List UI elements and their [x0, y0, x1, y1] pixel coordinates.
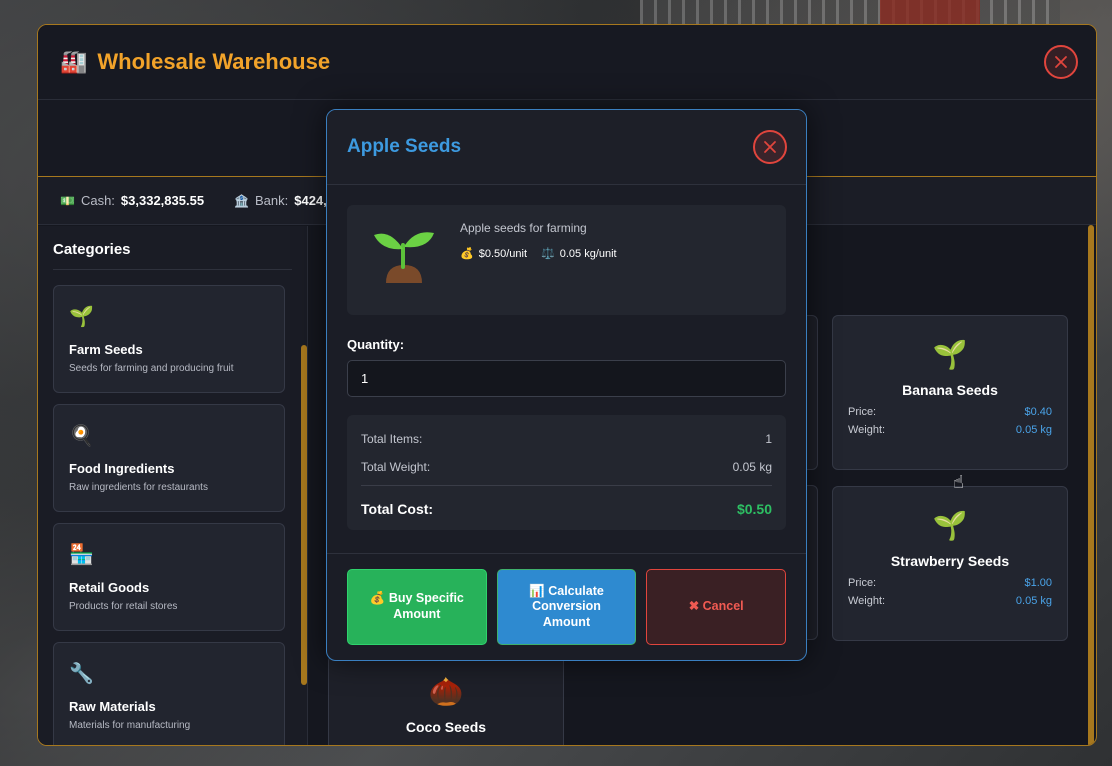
total-weight-label: Total Weight: — [361, 460, 431, 474]
modal-close-button[interactable] — [753, 130, 787, 164]
cash-value: $3,332,835.55 — [120, 193, 205, 208]
scale-icon: ⚖️ — [541, 248, 555, 260]
category-retail-goods[interactable]: 🏪 Retail Goods Products for retail store… — [53, 523, 285, 631]
product-price-row: Price: $1.00 — [833, 577, 1067, 589]
sidebar-title: Categories — [53, 241, 292, 270]
seedling-icon: 🌱 — [932, 339, 968, 370]
weight-label: Weight: — [848, 424, 886, 436]
factory-icon: 🏭 — [60, 49, 88, 74]
calc-button-text: 📊 Calculate Conversion Amount — [508, 584, 626, 631]
category-name: Farm Seeds — [69, 342, 143, 357]
calculate-conversion-button[interactable]: 📊 Calculate Conversion Amount — [496, 569, 637, 645]
wrench-icon: 🔧 — [69, 663, 94, 685]
price-value: $0.40 — [1024, 406, 1052, 418]
category-desc: Materials for manufacturing — [69, 720, 191, 731]
product-card-strawberry[interactable]: 🌱 Strawberry Seeds Price: $1.00 Weight: … — [832, 486, 1068, 641]
quantity-label: Quantity: — [347, 337, 405, 352]
modal-footer: 💰 Buy Specific Amount 📊 Calculate Conver… — [327, 553, 806, 660]
item-info-box: Apple seeds for farming 💰 $0.50/unit ⚖️ … — [347, 205, 786, 315]
close-icon — [764, 141, 776, 153]
purchase-modal: Apple Seeds Apple seeds for farming 💰 $0… — [326, 109, 807, 661]
item-price-value: $0.50/unit — [478, 247, 528, 260]
bank-label: Bank: — [255, 193, 289, 208]
coco-card-content: 🌰 Coco Seeds — [328, 675, 564, 735]
order-summary: Total Items: 1 Total Weight: 0.05 kg Tot… — [347, 415, 786, 530]
bank-balance: 🏦 Bank: $424,4 — [234, 193, 334, 208]
modal-title: Apple Seeds — [347, 136, 462, 157]
quantity-input[interactable] — [347, 360, 786, 397]
window-header: 🏭 Wholesale Warehouse — [38, 25, 1096, 100]
total-cost-label: Total Cost: — [361, 500, 434, 517]
category-food-ingredients[interactable]: 🍳 Food Ingredients Raw ingredients for r… — [53, 404, 285, 512]
buy-button-label: Buy Specific Amount — [388, 591, 464, 621]
product-name: Strawberry Seeds — [890, 553, 1010, 569]
product-name: Banana Seeds — [902, 382, 998, 398]
seedling-icon: 🌱 — [932, 510, 968, 541]
total-weight-value: 0.05 kg — [732, 460, 772, 474]
product-name: Coco Seeds — [405, 719, 487, 735]
weight-label: Weight: — [848, 595, 886, 607]
cancel-button[interactable]: ✖ Cancel — [646, 569, 787, 645]
total-items-value: 1 — [765, 432, 772, 446]
product-weight-row: Weight: 0.05 kg — [833, 595, 1067, 607]
category-name: Raw Materials — [69, 699, 156, 714]
buy-button-text: 💰 Buy Specific Amount — [358, 591, 476, 622]
price-value: $1.00 — [1024, 577, 1052, 589]
product-price-row: Price: $0.40 — [833, 406, 1067, 418]
store-icon: 🏪 — [69, 544, 94, 566]
category-desc: Raw ingredients for restaurants — [69, 482, 208, 493]
hand-cursor-icon: ☝ — [953, 472, 964, 492]
seedling-icon: 🌱 — [69, 306, 94, 328]
chestnut-icon: 🌰 — [428, 676, 464, 707]
category-farm-seeds[interactable]: 🌱 Farm Seeds Seeds for farming and produ… — [53, 285, 285, 393]
price-label: Price: — [848, 406, 877, 418]
close-icon — [1055, 56, 1067, 68]
price-label: Price: — [848, 577, 877, 589]
product-weight-row: Weight: 0.05 kg — [833, 424, 1067, 436]
total-items-row: Total Items: 1 — [361, 425, 772, 453]
money-bag-icon: 💰 — [460, 248, 474, 260]
money-bag-icon: 💰 — [369, 591, 386, 606]
item-description: Apple seeds for farming — [460, 221, 587, 235]
category-raw-materials[interactable]: 🔧 Raw Materials Materials for manufactur… — [53, 642, 285, 745]
background-container — [880, 0, 980, 24]
cash-label: Cash: — [80, 193, 115, 208]
products-scrollbar[interactable] — [1088, 225, 1094, 745]
item-text: Apple seeds for farming 💰 $0.50/unit ⚖️ … — [460, 221, 617, 261]
cash-icon: 💵 — [60, 193, 75, 208]
category-list: 🌱 Farm Seeds Seeds for farming and produ… — [53, 285, 307, 745]
modal-header: Apple Seeds — [327, 110, 806, 185]
background-scaffold — [640, 0, 1060, 24]
category-desc: Products for retail stores — [69, 601, 178, 612]
modal-body: Apple seeds for farming 💰 $0.50/unit ⚖️ … — [327, 185, 806, 530]
category-name: Retail Goods — [69, 580, 150, 595]
categories-sidebar: Categories 🌱 Farm Seeds Seeds for farmin… — [38, 226, 308, 745]
item-weight-value: 0.05 kg/unit — [559, 247, 617, 260]
total-items-label: Total Items: — [361, 432, 423, 446]
total-cost-row: Total Cost: $0.50 — [361, 485, 772, 525]
item-stats: 💰 $0.50/unit ⚖️ 0.05 kg/unit — [460, 247, 617, 261]
buy-specific-amount-button[interactable]: 💰 Buy Specific Amount — [347, 569, 487, 645]
cash-balance: 💵 Cash: $3,332,835.55 — [60, 193, 204, 208]
seedling-icon — [374, 232, 434, 283]
item-price: 💰 $0.50/unit — [460, 247, 528, 261]
bank-icon: 🏦 — [234, 193, 250, 208]
chart-icon: 📊 — [529, 583, 545, 598]
sidebar-scrollbar[interactable] — [301, 345, 307, 685]
cancel-button-label: Cancel — [702, 599, 744, 614]
weight-value: 0.05 kg — [1015, 424, 1052, 436]
x-icon: ✖ — [688, 599, 700, 614]
window-title: Wholesale Warehouse — [97, 49, 331, 74]
item-weight: ⚖️ 0.05 kg/unit — [541, 247, 617, 261]
total-cost-value: $0.50 — [736, 500, 772, 517]
window-close-button[interactable] — [1044, 45, 1078, 79]
product-card-banana[interactable]: 🌱 Banana Seeds Price: $0.40 Weight: 0.05… — [832, 315, 1068, 470]
weight-value: 0.05 kg — [1015, 595, 1052, 607]
cancel-button-text: ✖ Cancel — [689, 599, 744, 615]
category-desc: Seeds for farming and producing fruit — [69, 363, 234, 374]
total-weight-row: Total Weight: 0.05 kg — [361, 453, 772, 481]
frying-pan-icon: 🍳 — [69, 425, 94, 447]
category-name: Food Ingredients — [69, 461, 175, 476]
